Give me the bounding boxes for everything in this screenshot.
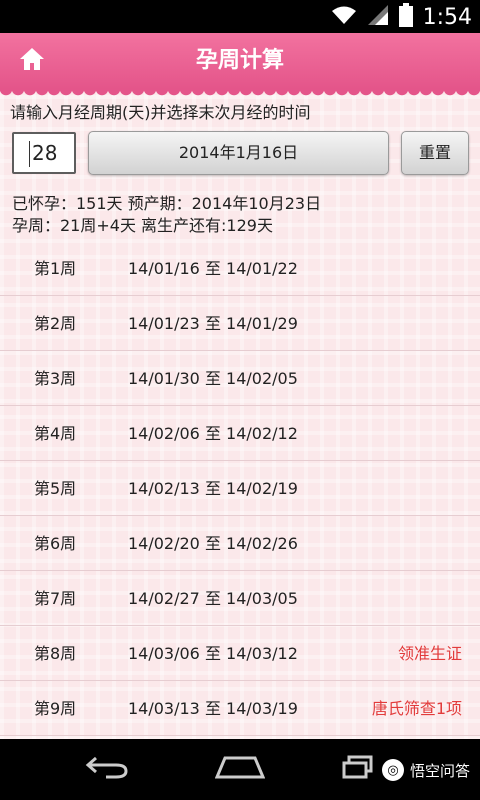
week-date-range: 14/01/16 至 14/01/22 xyxy=(128,259,298,278)
week-list: 第1周 14/01/16 至 14/01/22 第2周 14/01/23 至 1… xyxy=(0,241,480,736)
week-date-range: 14/03/06 至 14/03/12 xyxy=(128,644,298,663)
signal-icon xyxy=(367,4,389,30)
back-arrow-icon xyxy=(82,754,130,784)
week-date-range: 14/02/13 至 14/02/19 xyxy=(128,479,298,498)
page-title: 孕周计算 xyxy=(195,48,284,73)
battery-icon xyxy=(398,3,413,31)
week-label: 第1周 xyxy=(34,259,77,278)
recent-apps-button[interactable] xyxy=(338,751,378,787)
watermark-logo-icon: ◎ xyxy=(381,759,404,781)
list-item[interactable]: 第6周 14/02/20 至 14/02/26 xyxy=(0,516,480,571)
home-icon xyxy=(18,46,46,76)
clock-time: 1:54 xyxy=(422,4,472,30)
content-area: 请输入月经周期(天)并选择末次月经的时间 28 2014年1月16日 重置 已怀… xyxy=(0,89,480,739)
week-date-range: 14/02/27 至 14/03/05 xyxy=(128,589,298,608)
text-cursor xyxy=(29,141,30,167)
week-date-range: 14/02/20 至 14/02/26 xyxy=(128,534,298,553)
wifi-icon xyxy=(331,5,357,29)
list-item[interactable]: 第9周 14/03/13 至 14/03/19 唐氏筛查1项 xyxy=(0,681,480,736)
home-nav-button[interactable] xyxy=(210,751,270,787)
home-button[interactable] xyxy=(12,43,52,79)
header-scallop-edge xyxy=(0,89,480,101)
week-note: 领准生证 xyxy=(397,644,462,663)
week-label: 第8周 xyxy=(34,644,77,663)
week-label: 第9周 xyxy=(34,699,77,718)
reset-button[interactable]: 重置 xyxy=(401,131,469,175)
week-summary: 孕周：21周+4天 离生产还有:129天 xyxy=(12,216,273,235)
list-item[interactable]: 第7周 14/02/27 至 14/03/05 xyxy=(0,571,480,626)
status-icons: 1:54 xyxy=(331,3,472,31)
list-item[interactable]: 第5周 14/02/13 至 14/02/19 xyxy=(0,461,480,516)
status-bar: 1:54 xyxy=(0,0,480,33)
recent-apps-icon xyxy=(341,755,375,783)
week-date-range: 14/02/06 至 14/02/12 xyxy=(128,424,298,443)
week-label: 第4周 xyxy=(34,424,77,443)
last-period-date-button[interactable]: 2014年1月16日 xyxy=(88,131,389,175)
navigation-bar: ◎ 悟空问答 xyxy=(0,739,480,800)
list-item[interactable]: 第2周 14/01/23 至 14/01/29 xyxy=(0,296,480,351)
list-item[interactable]: 第1周 14/01/16 至 14/01/22 xyxy=(0,241,480,296)
week-label: 第6周 xyxy=(34,534,77,553)
watermark-text: 悟空问答 xyxy=(409,761,470,780)
week-date-range: 14/03/13 至 14/03/19 xyxy=(128,699,298,718)
week-date-range: 14/01/30 至 14/02/05 xyxy=(128,369,298,388)
cycle-days-input[interactable]: 28 xyxy=(12,132,76,174)
week-label: 第7周 xyxy=(34,589,77,608)
back-button[interactable] xyxy=(76,751,136,787)
pregnancy-summary: 已怀孕：151天 预产期：2014年10月23日 xyxy=(12,194,322,213)
home-nav-icon xyxy=(214,755,266,783)
title-bar: 孕周计算 xyxy=(0,33,480,89)
cycle-days-value: 28 xyxy=(32,141,58,165)
list-item[interactable]: 第4周 14/02/06 至 14/02/12 xyxy=(0,406,480,461)
watermark: ◎ 悟空问答 xyxy=(381,759,470,781)
list-item[interactable]: 第3周 14/01/30 至 14/02/05 xyxy=(0,351,480,406)
week-label: 第2周 xyxy=(34,314,77,333)
week-note: 唐氏筛查1项 xyxy=(371,699,462,718)
list-item[interactable]: 第8周 14/03/06 至 14/03/12 领准生证 xyxy=(0,626,480,681)
week-label: 第5周 xyxy=(34,479,77,498)
week-label: 第3周 xyxy=(34,369,77,388)
week-date-range: 14/01/23 至 14/01/29 xyxy=(128,314,298,333)
instruction-text: 请输入月经周期(天)并选择末次月经的时间 xyxy=(10,103,311,122)
